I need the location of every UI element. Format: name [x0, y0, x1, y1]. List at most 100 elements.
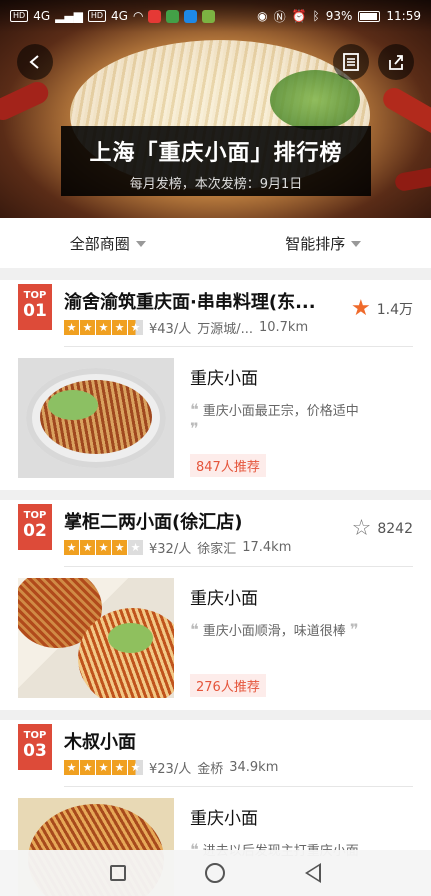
quote-icon: ❞ — [349, 620, 359, 639]
filter-sort-dropdown[interactable]: 智能排序 — [216, 233, 431, 254]
signal-label: 4G — [33, 9, 51, 23]
rating-star-icon: ★ — [128, 540, 143, 555]
app-notification-icon — [202, 9, 216, 23]
shop-name[interactable]: 掌柜二两小面(徐汇店) — [64, 508, 242, 534]
back-triangle-icon[interactable] — [305, 863, 322, 883]
rating-star-icon: ★ — [64, 320, 79, 335]
dish-photo[interactable] — [18, 578, 174, 698]
rating-stars: ★ ★ ★ ★ ★ — [64, 760, 143, 775]
rank-badge-number: 03 — [23, 741, 47, 761]
rank-badge-number: 01 — [23, 301, 47, 321]
area: 徐家汇 — [197, 542, 237, 557]
list-button[interactable] — [333, 44, 369, 80]
dish-name: 重庆小面 — [190, 369, 258, 389]
filter-bar: 全部商圈 智能排序 — [0, 218, 431, 268]
rank-badge-top: TOP — [23, 730, 47, 741]
shop-card[interactable]: TOP 01 渝舍渝筑重庆面·串串料理(东... ★ ★ ★ ★ ★ ¥43/人 万源城… — [0, 280, 431, 490]
app-notification-icon — [184, 9, 198, 23]
rating-star-icon: ★ — [80, 320, 95, 335]
rating-star-icon: ★ — [112, 320, 127, 335]
rating-stars: ★ ★ ★ ★ ★ — [64, 540, 143, 555]
quote-icon: ❝ — [190, 400, 199, 419]
divider — [64, 346, 413, 347]
ranking-title-box: 上海「重庆小面」排行榜 每月发榜，本次发榜：9月1日 — [61, 126, 371, 196]
caret-down-icon — [135, 241, 146, 247]
favorite-count: 1.4万 — [376, 302, 413, 318]
network-chip: HD — [10, 10, 29, 22]
bluetooth-icon: ᛒ — [312, 9, 320, 23]
rank-badge-top: TOP — [23, 290, 47, 301]
quote-icon: ❞ — [190, 419, 199, 438]
nfc-icon: Ⓝ — [273, 9, 286, 24]
rating-star-icon: ★ — [64, 760, 79, 775]
rating-star-icon: ★ — [80, 760, 95, 775]
clock: 11:59 — [386, 9, 421, 23]
review-text: 重庆小面顺滑，味道很棒 — [202, 624, 346, 639]
distance: 17.4km — [242, 540, 292, 555]
eye-icon: ◉ — [257, 9, 268, 23]
alarm-icon: ⏰ — [291, 9, 307, 23]
price: ¥32/人 — [149, 542, 192, 557]
review-text: 重庆小面最正宗，价格适中 — [202, 404, 359, 419]
filter-label: 智能排序 — [285, 234, 346, 253]
recommend-count: 276人推荐 — [190, 674, 266, 697]
dish-name: 重庆小面 — [190, 809, 258, 829]
rating-star-icon: ★ — [112, 540, 127, 555]
filter-label: 全部商圈 — [69, 234, 130, 253]
chevron-left-icon — [29, 55, 39, 69]
dish-photo[interactable] — [18, 358, 174, 478]
shop-meta: ★ ★ ★ ★ ★ ¥32/人 徐家汇 17.4km — [64, 538, 291, 557]
favorite-count: 8242 — [377, 521, 413, 537]
divider — [64, 566, 413, 567]
hero-chili-image — [0, 78, 52, 124]
rank-badge-top: TOP — [23, 510, 47, 521]
distance: 34.9km — [229, 760, 279, 775]
recent-apps-icon[interactable] — [109, 865, 126, 881]
app-notification-icon — [148, 9, 162, 23]
distance: 10.7km — [258, 320, 309, 335]
shop-meta: ★ ★ ★ ★ ★ ¥43/人 万源城/... 10.7km — [64, 318, 308, 337]
rating-star-icon: ★ — [96, 760, 111, 775]
rating-star-icon: ★ — [64, 540, 79, 555]
shop-name[interactable]: 渝舍渝筑重庆面·串串料理(东... — [64, 288, 316, 314]
rating-star-icon: ★ — [112, 760, 127, 775]
battery-percent: 93% — [325, 9, 353, 23]
rating-star-icon: ★ — [96, 540, 111, 555]
shop-name[interactable]: 木叔小面 — [64, 728, 136, 754]
dish-review: ❝ 重庆小面顺滑，味道很棒 ❞ — [190, 620, 359, 639]
page-subtitle: 每月发榜，本次发榜：9月1日 — [129, 177, 303, 192]
wifi-icon: ◠ — [132, 9, 144, 23]
rank-badge: TOP 01 — [18, 284, 52, 330]
status-bar: HD 4G ▂▄▆ HD 4G ◠ ◉ Ⓝ ⏰ ᛒ 93% 11:59 — [0, 0, 431, 32]
share-button[interactable] — [378, 44, 414, 80]
filter-area-dropdown[interactable]: 全部商圈 — [0, 233, 216, 254]
signal-icon: ▂▄▆ — [55, 9, 83, 23]
share-icon — [389, 55, 403, 70]
shop-meta: ★ ★ ★ ★ ★ ¥23/人 金桥 34.9km — [64, 758, 278, 777]
shop-card[interactable]: TOP 02 掌柜二两小面(徐汇店) ★ ★ ★ ★ ★ ¥32/人 徐家汇 17.4k… — [0, 500, 431, 710]
rating-stars: ★ ★ ★ ★ ★ — [64, 320, 143, 335]
divider — [64, 786, 413, 787]
dish-name: 重庆小面 — [190, 589, 258, 609]
favorite-button[interactable]: ★ 1.4万 — [351, 298, 413, 320]
app-notification-icon — [166, 9, 180, 23]
battery-icon — [358, 10, 381, 22]
home-icon[interactable] — [205, 863, 226, 883]
star-icon: ★ — [351, 296, 371, 321]
rating-star-icon: ★ — [128, 760, 143, 775]
rank-badge-number: 02 — [23, 521, 47, 541]
star-outline-icon: ☆ — [351, 516, 372, 541]
price: ¥23/人 — [149, 762, 192, 777]
network-chip: HD — [87, 10, 106, 22]
hero-chili-image — [379, 83, 431, 139]
favorite-button[interactable]: ☆ 8242 — [352, 518, 413, 540]
back-button[interactable] — [17, 44, 53, 80]
document-icon — [343, 53, 359, 71]
rank-badge: TOP 03 — [18, 724, 52, 770]
system-nav-bar — [0, 850, 431, 896]
rating-star-icon: ★ — [80, 540, 95, 555]
area: 金桥 — [197, 762, 224, 777]
caret-down-icon — [351, 241, 362, 247]
rating-star-icon: ★ — [96, 320, 111, 335]
area: 万源城/... — [197, 322, 253, 337]
